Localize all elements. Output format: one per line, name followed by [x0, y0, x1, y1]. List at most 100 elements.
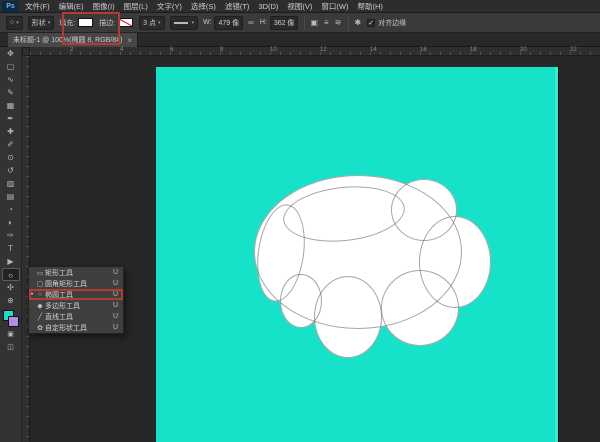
chevron-down-icon: ▾: [192, 20, 195, 26]
menu-item-5[interactable]: 选择(S): [191, 1, 216, 12]
path-alignment-button[interactable]: ≡: [324, 18, 329, 27]
flyout-item-直线工具[interactable]: ╱直线工具U: [29, 311, 123, 322]
tool-preset-dropdown[interactable]: ○ ▾: [6, 16, 23, 30]
menu-item-2[interactable]: 图像(I): [93, 1, 115, 12]
tool-options-bar: ○ ▾ 形状 ▾ 填充: 描边: 3 点 ▾ ▾ W: 479 像 ∞ H: 3…: [0, 13, 600, 33]
fill-color-swatch[interactable]: [78, 18, 93, 27]
menu-item-10[interactable]: 帮助(H): [358, 1, 383, 12]
photoshop-window: Ps 文件(F) 编辑(E) 图像(I) 图层(L) 文字(Y) 选择(S) 滤镜(T) 3D…: [0, 0, 600, 442]
brush-tool[interactable]: ✐: [2, 138, 20, 151]
stroke-width-dropdown[interactable]: 3 点 ▾: [139, 16, 164, 30]
shape-height-value: 362 像: [274, 18, 295, 28]
link-dimensions-icon[interactable]: ∞: [248, 18, 254, 27]
menu-item-0[interactable]: 文件(F): [25, 1, 50, 12]
menu-item-6[interactable]: 滤镜(T): [225, 1, 250, 12]
dodge-tool[interactable]: ◐: [2, 216, 20, 229]
ellipse-preset-icon: ○: [10, 19, 14, 26]
ruler-number: 8: [220, 47, 223, 53]
move-tool[interactable]: ✥: [2, 47, 20, 60]
flyout-item-圆角矩形工具[interactable]: ▢圆角矩形工具U: [29, 278, 123, 289]
自定形状工具-icon: ✿: [35, 324, 45, 332]
flyout-item-椭圆工具[interactable]: •○椭圆工具U: [29, 289, 123, 300]
menu-item-9[interactable]: 窗口(W): [321, 1, 348, 12]
eyedropper-tool[interactable]: ✒: [2, 112, 20, 125]
menu-item-3[interactable]: 图层(L): [124, 1, 148, 12]
fill-label: 填充:: [59, 18, 75, 28]
cloud-bottom-right-circle-outline: [381, 270, 459, 346]
ruler-number: 22: [570, 47, 577, 53]
shortcut-key: U: [113, 291, 123, 298]
矩形工具-icon: ▭: [35, 269, 45, 277]
crop-tool[interactable]: ▦: [2, 99, 20, 112]
多边形工具-icon: ◆: [35, 302, 45, 310]
menu-item-8[interactable]: 视图(V): [287, 1, 312, 12]
vertical-ruler: [22, 56, 30, 442]
screen-mode-button[interactable]: ◫: [2, 341, 20, 354]
align-edges-checkbox[interactable]: ✓: [367, 19, 375, 27]
shape-height-field[interactable]: 362 像: [270, 16, 299, 30]
horizontal-ruler: 246810121416182022: [30, 47, 600, 56]
shortcut-key: U: [113, 324, 123, 331]
stroke-style-dropdown[interactable]: ▾: [170, 16, 199, 30]
hand-tool[interactable]: ✣: [2, 281, 20, 294]
menu-item-7[interactable]: 3D(D): [258, 2, 278, 11]
shape-width-value: 479 像: [218, 18, 239, 28]
flyout-item-矩形工具[interactable]: ▭矩形工具U: [29, 267, 123, 278]
shortcut-key: U: [113, 302, 123, 309]
document-title: 未标题-1 @ 100%(椭圆 8, RGB/8#): [13, 35, 122, 45]
直线工具-icon: ╱: [35, 313, 45, 321]
stroke-color-swatch[interactable]: [118, 18, 133, 27]
document-tab[interactable]: 未标题-1 @ 100%(椭圆 8, RGB/8#) ×: [8, 33, 138, 47]
shape-width-field[interactable]: 479 像: [214, 16, 243, 30]
pasteboard: [30, 56, 600, 442]
quick-mask-button[interactable]: ▣: [2, 328, 20, 341]
zoom-tool[interactable]: ⊕: [2, 294, 20, 307]
line-style-icon: [174, 22, 188, 24]
shortcut-key: U: [113, 280, 123, 287]
document-canvas[interactable]: [156, 67, 558, 442]
tools-panel: ✥▢∿✎▦✒✚✐⊙↺▨▤◔◐✑T▶○✣⊕ ▣◫: [0, 47, 22, 442]
ruler-number: 16: [420, 47, 427, 53]
divider: [348, 16, 349, 30]
flyout-item-自定形状工具[interactable]: ✿自定形状工具U: [29, 322, 123, 333]
ruler-number: 12: [320, 47, 327, 53]
flyout-item-多边形工具[interactable]: ◆多边形工具U: [29, 300, 123, 311]
cloud-bottom-circle-outline: [314, 276, 382, 358]
stroke-width-value: 3 点: [143, 18, 156, 28]
ruler-number: 2: [70, 47, 73, 53]
healing-brush-tool[interactable]: ✚: [2, 125, 20, 138]
photoshop-logo: Ps: [2, 1, 19, 12]
align-edges-label: 对齐边缘: [378, 18, 406, 28]
close-icon[interactable]: ×: [127, 36, 132, 45]
quick-selection-tool[interactable]: ✎: [2, 86, 20, 99]
shortcut-key: U: [113, 313, 123, 320]
menu-item-4[interactable]: 文字(Y): [157, 1, 182, 12]
ruler-number: 10: [270, 47, 277, 53]
shape-tools-flyout-menu: ▭矩形工具U▢圆角矩形工具U•○椭圆工具U◆多边形工具U╱直线工具U✿自定形状工…: [28, 266, 124, 334]
menu-item-1[interactable]: 编辑(E): [59, 1, 84, 12]
blur-tool[interactable]: ◔: [2, 203, 20, 216]
background-color-swatch[interactable]: [8, 316, 19, 327]
history-brush-tool[interactable]: ↺: [2, 164, 20, 177]
ruler-number: 14: [370, 47, 377, 53]
height-label: H:: [260, 19, 267, 26]
gradient-tool[interactable]: ▤: [2, 190, 20, 203]
椭圆工具-icon: ○: [35, 291, 45, 298]
path-arrangement-button[interactable]: ≋: [335, 18, 342, 27]
lasso-tool[interactable]: ∿: [2, 73, 20, 86]
tool-mode-dropdown[interactable]: 形状 ▾: [28, 16, 55, 30]
width-label: W:: [203, 19, 211, 26]
ellipse-shape-tool[interactable]: ○: [2, 268, 20, 281]
path-selection-tool[interactable]: ▶: [2, 255, 20, 268]
divider: [304, 16, 305, 30]
type-tool[interactable]: T: [2, 242, 20, 255]
圆角矩形工具-icon: ▢: [35, 280, 45, 288]
path-operations-button[interactable]: ▣: [310, 18, 318, 27]
eraser-tool[interactable]: ▨: [2, 177, 20, 190]
ruler-number: 6: [170, 47, 173, 53]
chevron-down-icon: ▾: [16, 20, 19, 26]
gear-icon[interactable]: ✱: [354, 18, 361, 27]
clone-stamp-tool[interactable]: ⊙: [2, 151, 20, 164]
pen-tool[interactable]: ✑: [2, 229, 20, 242]
marquee-tool[interactable]: ▢: [2, 60, 20, 73]
